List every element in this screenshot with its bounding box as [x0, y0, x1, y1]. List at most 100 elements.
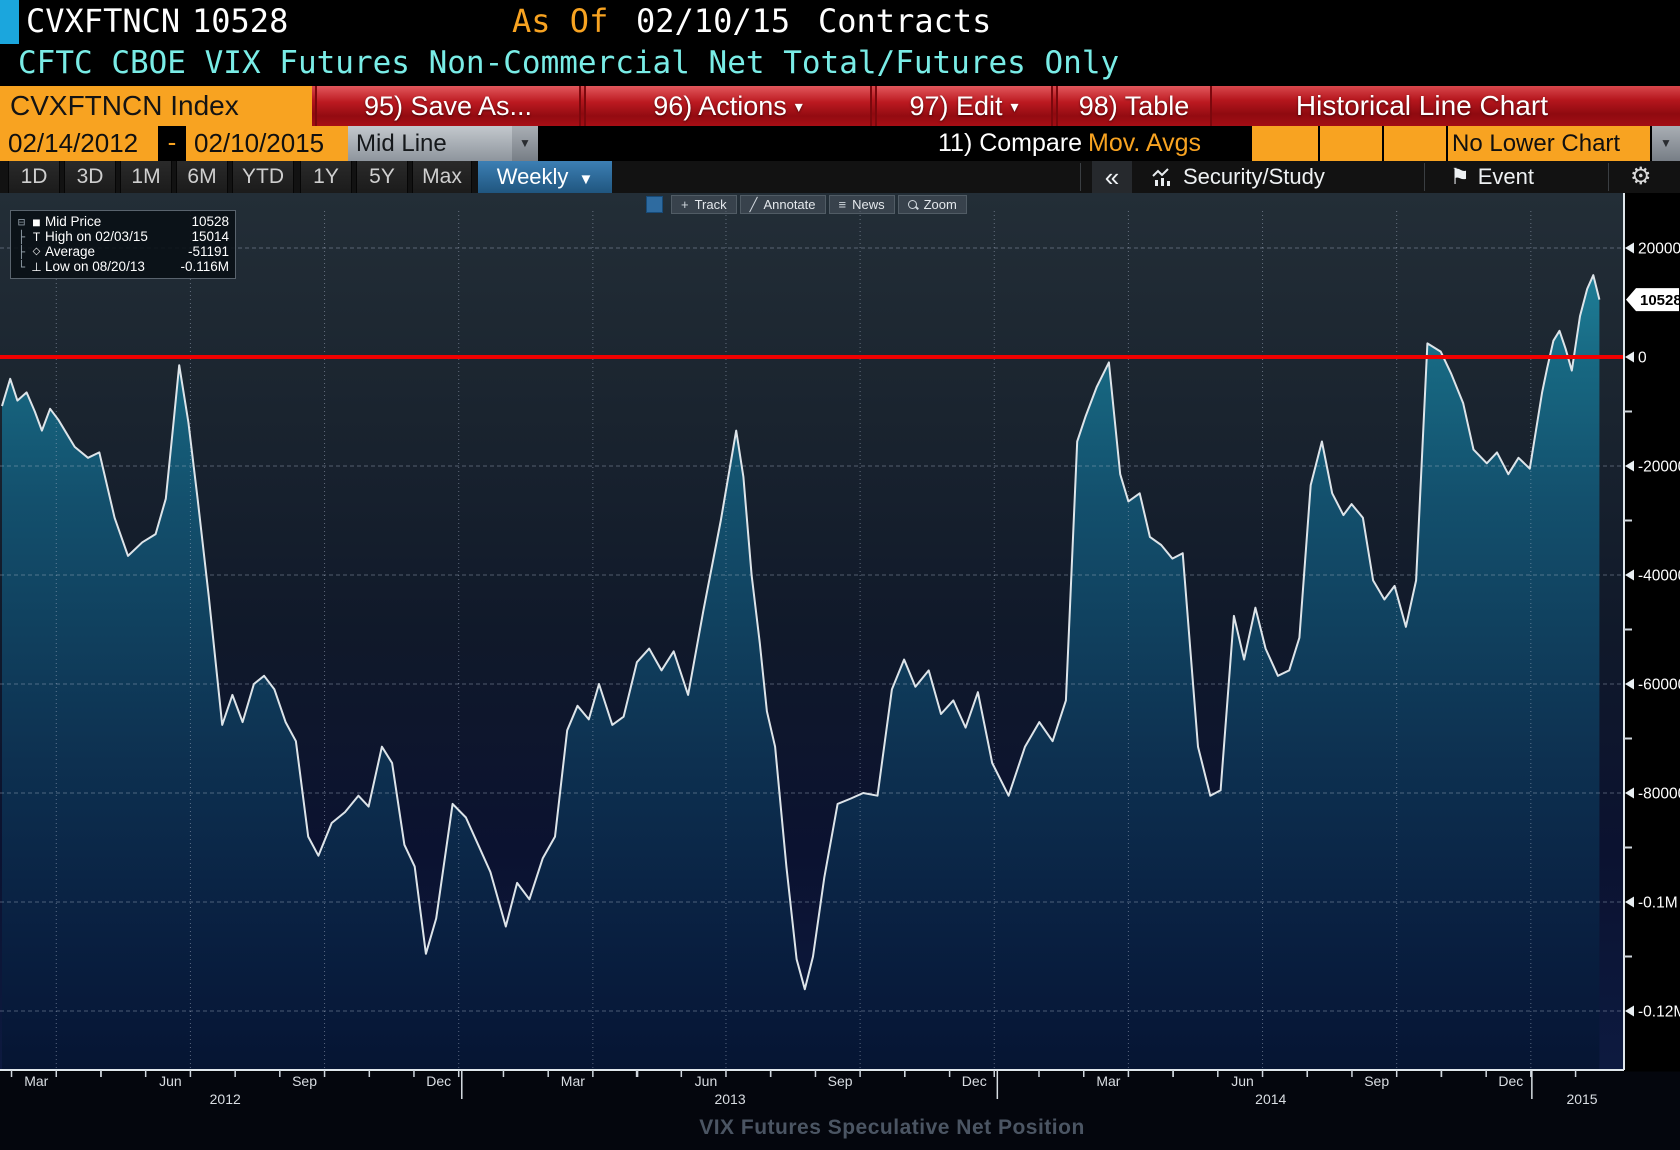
mov-avgs-menu-item[interactable]: Mov. Avgs — [1088, 126, 1201, 161]
tab-ytd[interactable]: YTD — [232, 161, 294, 193]
x-axis-month-label: Dec — [426, 1073, 451, 1089]
edit-button[interactable]: 97) Edit▾ — [875, 86, 1053, 126]
tree-branch: ├ — [15, 230, 28, 244]
collapse-panel-button[interactable]: « — [1092, 161, 1132, 193]
y-axis-tick-label: 0 — [1638, 350, 1647, 367]
tab-weekly-active[interactable]: Weekly▼ — [478, 161, 612, 193]
y-axis-tick-label: -40000 — [1638, 568, 1680, 585]
event-button[interactable]: ⚑Event — [1450, 161, 1534, 193]
legend-row-average[interactable]: ├ ◇ Average -51191 — [15, 244, 229, 259]
security-description-bar: CFTC CBOE VIX Futures Non-Commercial Net… — [0, 44, 1680, 86]
save-as-button[interactable]: 95) Save As... — [315, 86, 581, 126]
chart-study-icon — [1152, 168, 1176, 186]
security-description: CFTC CBOE VIX Futures Non-Commercial Net… — [18, 45, 1119, 81]
annotate-button[interactable]: ╱Annotate — [740, 195, 826, 214]
zoom-button[interactable]: Zoom — [898, 195, 967, 214]
x-axis-month-label: Sep — [1364, 1073, 1389, 1089]
x-axis-month-label: Sep — [292, 1073, 317, 1089]
ticker-symbol: CVXFTNCN — [26, 2, 180, 40]
y-axis-tick-label: -60000 — [1638, 677, 1680, 694]
x-axis-month-label: Sep — [828, 1073, 853, 1089]
chart-type-title: Historical Line Chart — [1220, 86, 1680, 126]
terminal-cursor-block — [0, 0, 19, 44]
lower-chart-select[interactable]: No Lower Chart — [1448, 126, 1650, 161]
start-date-field[interactable]: 02/14/2012 — [0, 126, 158, 161]
toolbar-divider — [1608, 163, 1609, 191]
y-axis-tick-label: -80000 — [1638, 786, 1680, 803]
ticker-last-value: 10528 — [192, 2, 288, 40]
end-date-field[interactable]: 02/10/2015 — [186, 126, 348, 161]
annotate-pencil-icon: ╱ — [750, 198, 758, 211]
security-study-button[interactable]: Security/Study — [1152, 161, 1325, 193]
price-field-caret-icon[interactable]: ▼ — [512, 126, 538, 161]
track-button[interactable]: +Track — [671, 195, 737, 214]
chart-watermark: VIX Futures Speculative Net Position — [699, 1116, 1085, 1139]
unit-label: Contracts — [818, 2, 991, 40]
x-axis-year-label: 2012 — [210, 1091, 241, 1107]
x-axis-year-label: 2015 — [1566, 1091, 1597, 1107]
x-axis-month-label: Mar — [1096, 1073, 1120, 1089]
magnifier-icon — [908, 200, 918, 210]
x-axis-year-label: 2014 — [1255, 1091, 1286, 1107]
table-button[interactable]: 98) Table — [1056, 86, 1212, 126]
lower-chart-caret-icon[interactable]: ▼ — [1652, 126, 1680, 161]
compare-menu-item[interactable]: 11) Compare — [938, 126, 1082, 161]
legend-row-mid-price[interactable]: ⊟ ■ Mid Price 10528 — [15, 214, 229, 229]
tab-1y[interactable]: 1Y — [300, 161, 352, 193]
legend-row-low[interactable]: └ ⊥ Low on 08/20/13 -0.116M — [15, 259, 229, 274]
toolbar-divider — [1080, 163, 1081, 191]
x-axis-month-label: Mar — [561, 1073, 585, 1089]
historical-line-chart-svg[interactable]: Mar Jun Sep Dec Mar Jun Sep Dec Mar Jun Sep Dec 2012… — [0, 193, 1680, 1150]
flag-icon: ⚑ — [1450, 164, 1470, 189]
last-price-badge-value: 10528 — [1640, 292, 1680, 309]
tab-1m[interactable]: 1M — [120, 161, 172, 193]
tab-5y[interactable]: 5Y — [356, 161, 408, 193]
tree-branch: ├ — [15, 245, 28, 259]
news-button[interactable]: ≡News — [829, 195, 895, 214]
date-range-separator: - — [158, 126, 186, 161]
dropdown-caret-icon: ▾ — [1011, 99, 1019, 116]
legend-collapse-icon[interactable]: ⊟ — [15, 215, 28, 229]
x-axis-month-label: Mar — [24, 1073, 48, 1089]
toolbar-divider — [1424, 163, 1425, 191]
period-tab-bar: 1D 3D 1M 6M YTD 1Y 5Y Max Weekly▼ « Secu… — [0, 161, 1680, 193]
settings-gear-icon[interactable]: ⚙ — [1630, 161, 1652, 193]
series-swatch-icon: ■ — [28, 214, 45, 230]
price-field-select[interactable]: Mid Line — [348, 126, 512, 161]
average-marker-icon: ◇ — [28, 246, 45, 257]
y-axis-tick-label: -0.12M — [1638, 1004, 1680, 1021]
actions-button[interactable]: 96) Actions▾ — [584, 86, 872, 126]
as-of-date: 02/10/15 — [636, 2, 790, 40]
x-axis-month-label: Jun — [1231, 1073, 1254, 1089]
chart-mini-toolbar: +Track ╱Annotate ≡News Zoom — [646, 195, 970, 214]
tab-1d[interactable]: 1D — [8, 161, 60, 193]
price-chart-area[interactable]: Mar Jun Sep Dec Mar Jun Sep Dec Mar Jun Sep Dec 2012… — [0, 193, 1680, 1150]
as-of-label: As Of — [512, 2, 608, 40]
title-bar: CVXFTNCN 10528 As Of 02/10/15 Contracts — [0, 0, 1680, 44]
x-axis-year-label: 2013 — [714, 1091, 745, 1107]
chart-legend[interactable]: ⊟ ■ Mid Price 10528 ├ T High on 02/03/15… — [10, 210, 236, 279]
news-lines-icon: ≡ — [839, 198, 847, 211]
y-axis-tick-label: -0.1M — [1638, 895, 1678, 912]
tab-6m[interactable]: 6M — [176, 161, 228, 193]
tab-3d[interactable]: 3D — [64, 161, 116, 193]
tree-branch: └ — [15, 260, 28, 274]
low-marker-icon: ⊥ — [28, 260, 45, 274]
y-axis-tick-label: 20000 — [1638, 241, 1680, 258]
dropdown-caret-icon: ▾ — [795, 99, 803, 116]
legend-row-high[interactable]: ├ T High on 02/03/15 15014 — [15, 229, 229, 244]
index-name-field[interactable]: CVXFTNCN Index — [0, 86, 312, 126]
orange-field-3[interactable] — [1384, 126, 1446, 161]
x-axis-month-label: Jun — [159, 1073, 182, 1089]
track-crosshair-icon: + — [681, 198, 689, 211]
tab-max[interactable]: Max — [412, 161, 472, 193]
range-bar: 02/14/2012 - 02/10/2015 Mid Line ▼ 11) C… — [0, 126, 1680, 161]
x-axis-month-label: Jun — [695, 1073, 718, 1089]
y-axis-tick-label: -20000 — [1638, 459, 1680, 476]
x-axis-month-label: Dec — [962, 1073, 987, 1089]
x-axis-month-label: Dec — [1498, 1073, 1523, 1089]
orange-field-2[interactable] — [1320, 126, 1382, 161]
orange-field-1[interactable] — [1252, 126, 1318, 161]
chart-drag-handle[interactable] — [646, 196, 663, 213]
dropdown-caret-icon: ▼ — [578, 171, 593, 188]
